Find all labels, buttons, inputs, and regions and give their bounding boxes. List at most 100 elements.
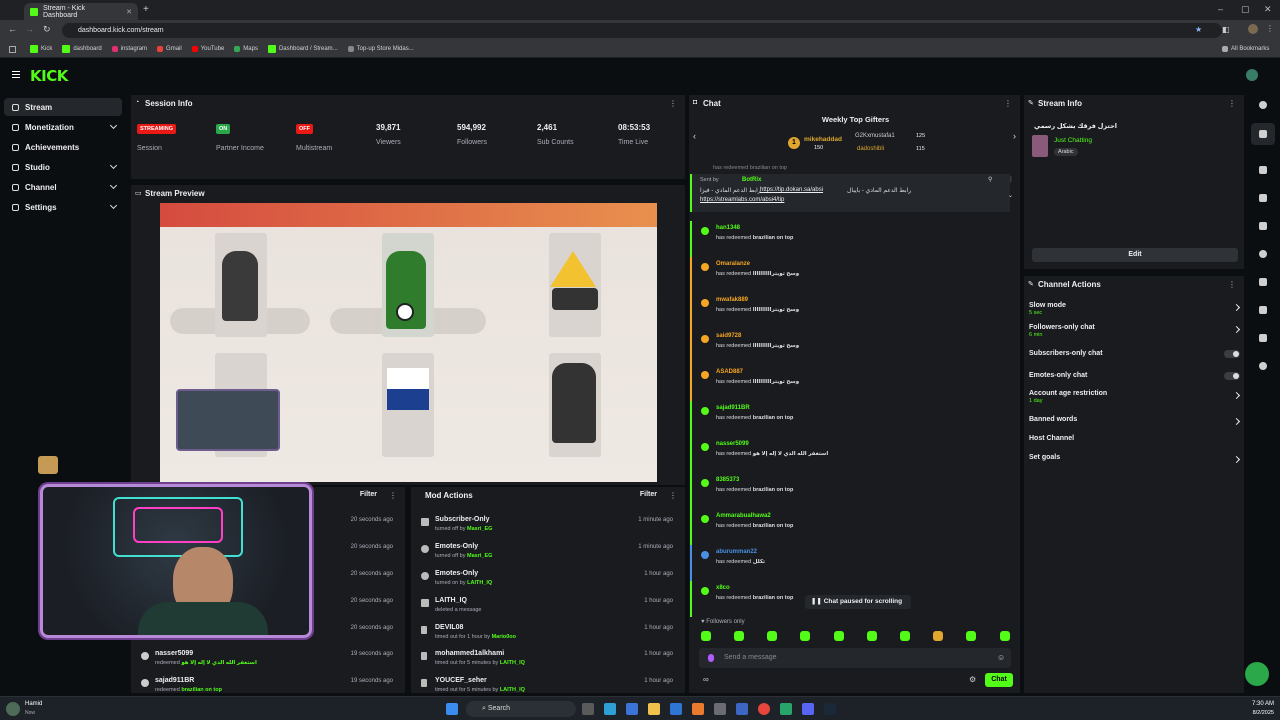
action-followers-only-chat[interactable]: Followers-only chat 6 min bbox=[1029, 324, 1245, 338]
more-options-icon[interactable]: ⋮ bbox=[669, 491, 677, 500]
emote-icon[interactable] bbox=[800, 631, 810, 641]
kick-logo[interactable]: KICK bbox=[30, 67, 68, 85]
steam-icon[interactable] bbox=[824, 703, 836, 715]
chat-username[interactable]: han1348 bbox=[716, 225, 740, 231]
user-avatar[interactable] bbox=[6, 702, 20, 716]
gifter-name[interactable]: mikehaddad bbox=[804, 136, 842, 143]
action-banned-words[interactable]: Banned words bbox=[1029, 416, 1245, 426]
more-options-icon[interactable]: ⋮ bbox=[1008, 176, 1014, 183]
emote-icon[interactable] bbox=[933, 631, 943, 641]
app-icon[interactable] bbox=[714, 703, 726, 715]
more-options-icon[interactable]: ⋮ bbox=[1228, 280, 1236, 289]
chat-username[interactable]: aburumman22 bbox=[716, 549, 757, 555]
user-avatar[interactable] bbox=[1246, 69, 1258, 81]
bookmark-gmail[interactable]: Gmail bbox=[157, 46, 182, 52]
url-field[interactable]: dashboard.kick.com/stream bbox=[62, 23, 1222, 38]
sidebar-item-channel[interactable]: Channel bbox=[4, 178, 122, 196]
emote-icon[interactable] bbox=[834, 631, 844, 641]
gear-icon[interactable]: ⚙ bbox=[969, 675, 976, 684]
bookmark-instagram[interactable]: instagram bbox=[111, 46, 147, 52]
copilot-icon[interactable] bbox=[626, 703, 638, 715]
browser-tab[interactable]: Stream - Kick Dashboard ✕ bbox=[24, 3, 138, 20]
bookmark-maps[interactable]: Maps bbox=[234, 46, 258, 52]
more-options-icon[interactable]: ⋮ bbox=[1004, 99, 1012, 108]
chrome-icon[interactable] bbox=[758, 703, 770, 715]
bookmark-youtube[interactable]: YouTube bbox=[191, 46, 224, 52]
emote-icon[interactable] bbox=[767, 631, 777, 641]
sidebar-item-stream[interactable]: Stream bbox=[4, 98, 122, 116]
tip-link-2[interactable]: https://streamlabs.com/absi4/tip bbox=[700, 197, 784, 203]
minimize-icon[interactable]: – bbox=[1218, 4, 1223, 14]
send-chat-button[interactable]: Chat bbox=[985, 673, 1013, 687]
subscribers-only-toggle[interactable] bbox=[1224, 350, 1240, 358]
emote-icon[interactable] bbox=[867, 631, 877, 641]
action-account-age-restriction[interactable]: Account age restriction 1 day bbox=[1029, 390, 1245, 404]
menu-icon[interactable] bbox=[12, 71, 20, 78]
chat-username[interactable]: sajad911BR bbox=[716, 405, 750, 411]
category-link[interactable]: Just Chatting bbox=[1054, 137, 1092, 144]
extensions-icon[interactable]: ◧ bbox=[1222, 25, 1230, 34]
sidebar-item-studio[interactable]: Studio bbox=[4, 158, 122, 176]
back-icon[interactable]: ← bbox=[8, 24, 17, 34]
windows-start-icon[interactable] bbox=[446, 703, 458, 715]
action-set-goals[interactable]: Set goals bbox=[1029, 454, 1245, 464]
app-icon[interactable] bbox=[692, 703, 704, 715]
emote-icon[interactable] bbox=[966, 631, 976, 641]
grid-rail-button[interactable] bbox=[1251, 299, 1275, 321]
more-options-icon[interactable]: ⋮ bbox=[389, 491, 397, 500]
chat-username[interactable]: 8385373 bbox=[716, 477, 739, 483]
emotes-only-toggle[interactable] bbox=[1224, 372, 1240, 380]
emote-icon[interactable] bbox=[734, 631, 744, 641]
apps-icon[interactable] bbox=[9, 46, 16, 53]
profile-avatar[interactable] bbox=[1248, 24, 1258, 34]
pinned-sender[interactable]: BotRix bbox=[742, 177, 761, 183]
chat-username[interactable]: x8co bbox=[716, 585, 730, 591]
gifter-name[interactable]: G2Kxmustafa1 bbox=[855, 133, 895, 139]
wrench-rail-button[interactable] bbox=[1251, 327, 1275, 349]
chevron-down-icon[interactable]: ⌄ bbox=[1008, 192, 1013, 199]
chat-rail-button[interactable] bbox=[1251, 243, 1275, 265]
edit-rail-button[interactable] bbox=[1251, 123, 1275, 145]
app-icon[interactable] bbox=[780, 703, 792, 715]
reload-icon[interactable]: ↻ bbox=[43, 24, 51, 35]
edge-icon[interactable] bbox=[604, 703, 616, 715]
tip-link-1[interactable]: https://tip.dokan.sa/absi bbox=[760, 187, 823, 193]
filter-button[interactable]: Filter bbox=[360, 491, 377, 498]
action-host-channel[interactable]: Host Channel bbox=[1029, 435, 1245, 442]
emoji-icon[interactable]: ☺ bbox=[997, 653, 1005, 662]
chat-username[interactable]: ASAD887 bbox=[716, 369, 743, 375]
close-window-icon[interactable]: ✕ bbox=[1264, 4, 1272, 15]
emote-icon[interactable] bbox=[1000, 631, 1010, 641]
sidebar-item-achievements[interactable]: Achievements bbox=[4, 138, 122, 156]
users-rail-button[interactable] bbox=[1251, 355, 1275, 377]
action-slow-mode[interactable]: Slow mode 5 sec bbox=[1029, 302, 1245, 316]
chat-username[interactable]: Ammarabualhawa2 bbox=[716, 513, 771, 519]
link-rail-button[interactable] bbox=[1251, 271, 1275, 293]
sidebar-item-monetization[interactable]: Monetization bbox=[4, 118, 122, 136]
app-icon[interactable] bbox=[736, 703, 748, 715]
document-rail-button[interactable] bbox=[1251, 215, 1275, 237]
chat-username[interactable]: nasser5099 bbox=[716, 441, 749, 447]
support-chat-icon[interactable] bbox=[1245, 662, 1269, 686]
browser-menu-icon[interactable]: ⋮ bbox=[1266, 24, 1274, 33]
camera-rail-button[interactable] bbox=[1251, 159, 1275, 181]
more-options-icon[interactable]: ⋮ bbox=[1228, 99, 1236, 108]
edit-button[interactable]: Edit bbox=[1032, 248, 1238, 262]
new-tab-icon[interactable]: + bbox=[143, 4, 149, 15]
chat-input[interactable]: Send a message ☺ bbox=[699, 648, 1011, 668]
bookmark-dashboard[interactable]: dashboard bbox=[62, 45, 102, 53]
gifter-name[interactable]: dadoshibli bbox=[857, 146, 884, 152]
bookmark-kick[interactable]: Kick bbox=[30, 45, 52, 53]
bookmark-dashboard-stream[interactable]: Dashboard / Stream... bbox=[267, 45, 338, 53]
chat-username[interactable]: Omaralanze bbox=[716, 261, 750, 267]
filter-button[interactable]: Filter bbox=[640, 491, 657, 498]
folder-icon[interactable] bbox=[648, 703, 660, 715]
close-tab-icon[interactable]: ✕ bbox=[126, 8, 132, 16]
task-view-icon[interactable] bbox=[582, 703, 594, 715]
bookmark-star-icon[interactable]: ★ bbox=[1195, 25, 1202, 34]
pin-icon[interactable]: ⚲ bbox=[988, 176, 992, 183]
more-options-icon[interactable]: ⋮ bbox=[669, 99, 677, 108]
infinity-icon[interactable]: ∞ bbox=[703, 675, 709, 684]
stream-preview-video[interactable] bbox=[160, 203, 657, 482]
emote-icon[interactable] bbox=[701, 631, 711, 641]
